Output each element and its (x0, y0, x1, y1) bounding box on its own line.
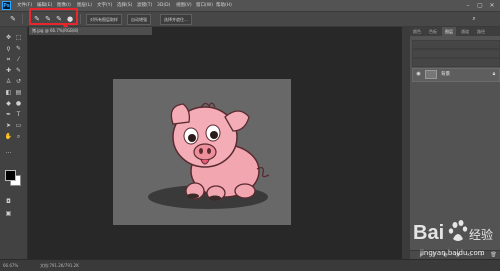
dodge-icon[interactable]: ● (14, 99, 23, 108)
auto-enhance-checkbox[interactable]: 自动增强 (127, 14, 151, 25)
collapsed-panel-strip[interactable] (401, 27, 410, 259)
baidu-watermark-logo: Bai 经验 (413, 220, 493, 244)
tab-layers[interactable]: 图层 (442, 27, 456, 36)
history-brush-icon[interactable]: ↺ (14, 77, 23, 86)
close-button[interactable]: ✕ (486, 0, 498, 11)
healing-icon[interactable]: ✚ (4, 66, 13, 75)
document-info: 文档:791.2K/791.2K (40, 263, 79, 268)
pig-illustration (148, 102, 270, 209)
document-tab[interactable]: 猪.jpg @ 66.7%(RGB/8) (29, 27, 152, 35)
trash-icon[interactable]: 🗑︎ (490, 252, 497, 259)
menu-3d[interactable]: 3D(D) (157, 1, 170, 10)
menu-select[interactable]: 选择(S) (117, 1, 132, 10)
maximize-button[interactable]: ▢ (474, 0, 486, 11)
tab-swatches[interactable]: 色板 (426, 27, 440, 36)
pen-icon[interactable]: ✒ (4, 110, 13, 119)
path-select-icon[interactable]: ➤ (4, 121, 13, 130)
blend-mode-row[interactable] (412, 49, 500, 58)
hand-icon[interactable]: ✋ (4, 132, 13, 141)
eye-icon[interactable]: ◉ (415, 71, 422, 78)
layer-filter-row[interactable] (412, 40, 500, 49)
panel-tabs: 颜色 色板 图层 通道 路径 (410, 27, 500, 36)
quick-select-tool-icon[interactable]: ✎ (8, 14, 18, 24)
status-bar: 66.67% 文档:791.2K/791.2K (0, 259, 500, 271)
menu-filter[interactable]: 滤镜(T) (137, 1, 152, 10)
type-icon[interactable]: T (14, 110, 23, 119)
screen-mode-icon[interactable]: ▣ (4, 209, 13, 218)
annotation-highlight-box (29, 8, 78, 25)
document-canvas[interactable] (113, 79, 291, 225)
canvas-area[interactable] (28, 35, 401, 258)
zoom-icon[interactable]: ⌕ (14, 132, 23, 141)
minimize-button[interactable]: – (462, 0, 474, 11)
layer-name: 背景 (441, 72, 450, 77)
layer-row-background[interactable]: ◉ 背景 🔒︎ (412, 68, 500, 82)
lock-icon: 🔒︎ (492, 71, 496, 77)
menu-type[interactable]: 文字(Y) (97, 1, 112, 10)
move-icon[interactable]: ✥ (4, 33, 13, 42)
menu-layer[interactable]: 图层(L) (77, 1, 92, 10)
brush-icon[interactable]: ✎ (14, 66, 23, 75)
toolbox: ✥ ⬚ ϙ ✎ ⌗ ⁄ ✚ ✎ ♙ ↺ ◧ ▤ ◆ ● ✒ T ➤ ▭ ✋ ⌕ … (0, 27, 28, 259)
stamp-icon[interactable]: ♙ (4, 77, 13, 86)
tab-paths[interactable]: 路径 (474, 27, 488, 36)
tab-color[interactable]: 颜色 (410, 27, 424, 36)
gradient-icon[interactable]: ▤ (14, 88, 23, 97)
eraser-icon[interactable]: ◧ (4, 88, 13, 97)
marquee-icon[interactable]: ⬚ (14, 33, 23, 42)
options-divider (80, 14, 81, 24)
quick-mask-icon[interactable]: ◘ (4, 197, 13, 206)
svg-text:经验: 经验 (469, 227, 493, 242)
more-tools-icon[interactable]: … (4, 147, 13, 156)
menu-window[interactable]: 窗口(W) (196, 1, 213, 10)
watermark-url: jingyan.baidu.com (420, 249, 485, 257)
select-and-mask-button[interactable]: 选择并遮住... (160, 14, 192, 25)
quick-select-icon[interactable]: ✎ (14, 44, 23, 53)
menu-view[interactable]: 视图(V) (176, 1, 192, 10)
lasso-icon[interactable]: ϙ (4, 44, 13, 53)
menu-help[interactable]: 帮助(H) (216, 1, 232, 10)
lock-row[interactable] (412, 58, 500, 67)
crop-icon[interactable]: ⌗ (4, 55, 13, 64)
foreground-color-swatch[interactable] (5, 170, 16, 181)
layer-thumbnail (425, 70, 437, 79)
tab-channels[interactable]: 通道 (458, 27, 472, 36)
shape-icon[interactable]: ▭ (14, 121, 23, 130)
zoom-level[interactable]: 66.67% (3, 261, 18, 270)
sample-all-layers-checkbox[interactable]: 对所有图层取样 (86, 14, 122, 25)
svg-text:Bai: Bai (413, 222, 444, 244)
photoshop-logo: Ps (2, 1, 11, 10)
blur-icon[interactable]: ◆ (4, 99, 13, 108)
eyedropper-icon[interactable]: ⁄ (14, 55, 23, 64)
options-divider (22, 14, 23, 24)
search-icon[interactable]: ⌕ (470, 15, 478, 23)
